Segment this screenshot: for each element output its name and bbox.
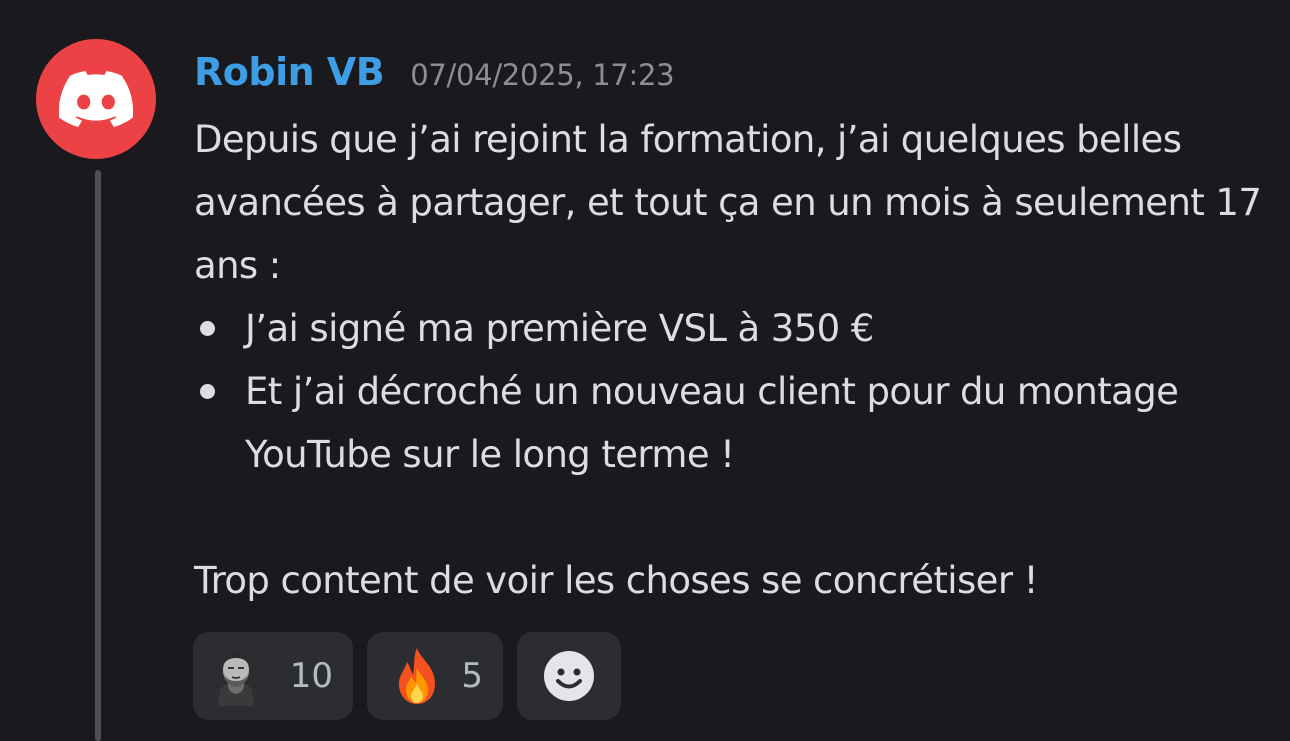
message-bullet-list: J’ai signé ma première VSL à 350 € Et j’… — [194, 297, 1264, 486]
reactions-bar: 10 5 — [193, 632, 621, 720]
discord-logo-icon — [59, 71, 133, 127]
list-item-text: J’ai signé ma première VSL à 350 € — [245, 307, 874, 350]
fire-emoji-icon — [399, 648, 435, 704]
reaction-fire-button[interactable]: 5 — [367, 632, 503, 720]
message-header: Robin VB 07/04/2025, 17:23 — [194, 50, 675, 94]
gigachad-emoji-icon — [218, 652, 254, 706]
avatar[interactable] — [36, 39, 156, 159]
reaction-gigachad-button[interactable]: 10 — [193, 632, 353, 720]
reaction-count: 10 — [289, 656, 333, 696]
add-reaction-smile-icon — [544, 651, 594, 701]
bullet-icon — [200, 384, 215, 399]
bullet-icon — [200, 321, 215, 336]
reaction-count: 5 — [461, 656, 483, 696]
username[interactable]: Robin VB — [194, 50, 385, 94]
timestamp[interactable]: 07/04/2025, 17:23 — [410, 58, 674, 92]
list-item-text: Et j’ai décroché un nouveau client pour … — [245, 370, 1179, 476]
list-item: Et j’ai décroché un nouveau client pour … — [194, 360, 1264, 486]
list-item: J’ai signé ma première VSL à 350 € — [194, 297, 1264, 360]
message-closing: Trop content de voir les choses se concr… — [194, 559, 1038, 602]
message-content: Depuis que j’ai rejoint la formation, j’… — [194, 108, 1264, 612]
reply-thread-line — [95, 170, 101, 741]
message-intro: Depuis que j’ai rejoint la formation, j’… — [194, 118, 1262, 287]
add-reaction-button[interactable] — [517, 632, 621, 720]
